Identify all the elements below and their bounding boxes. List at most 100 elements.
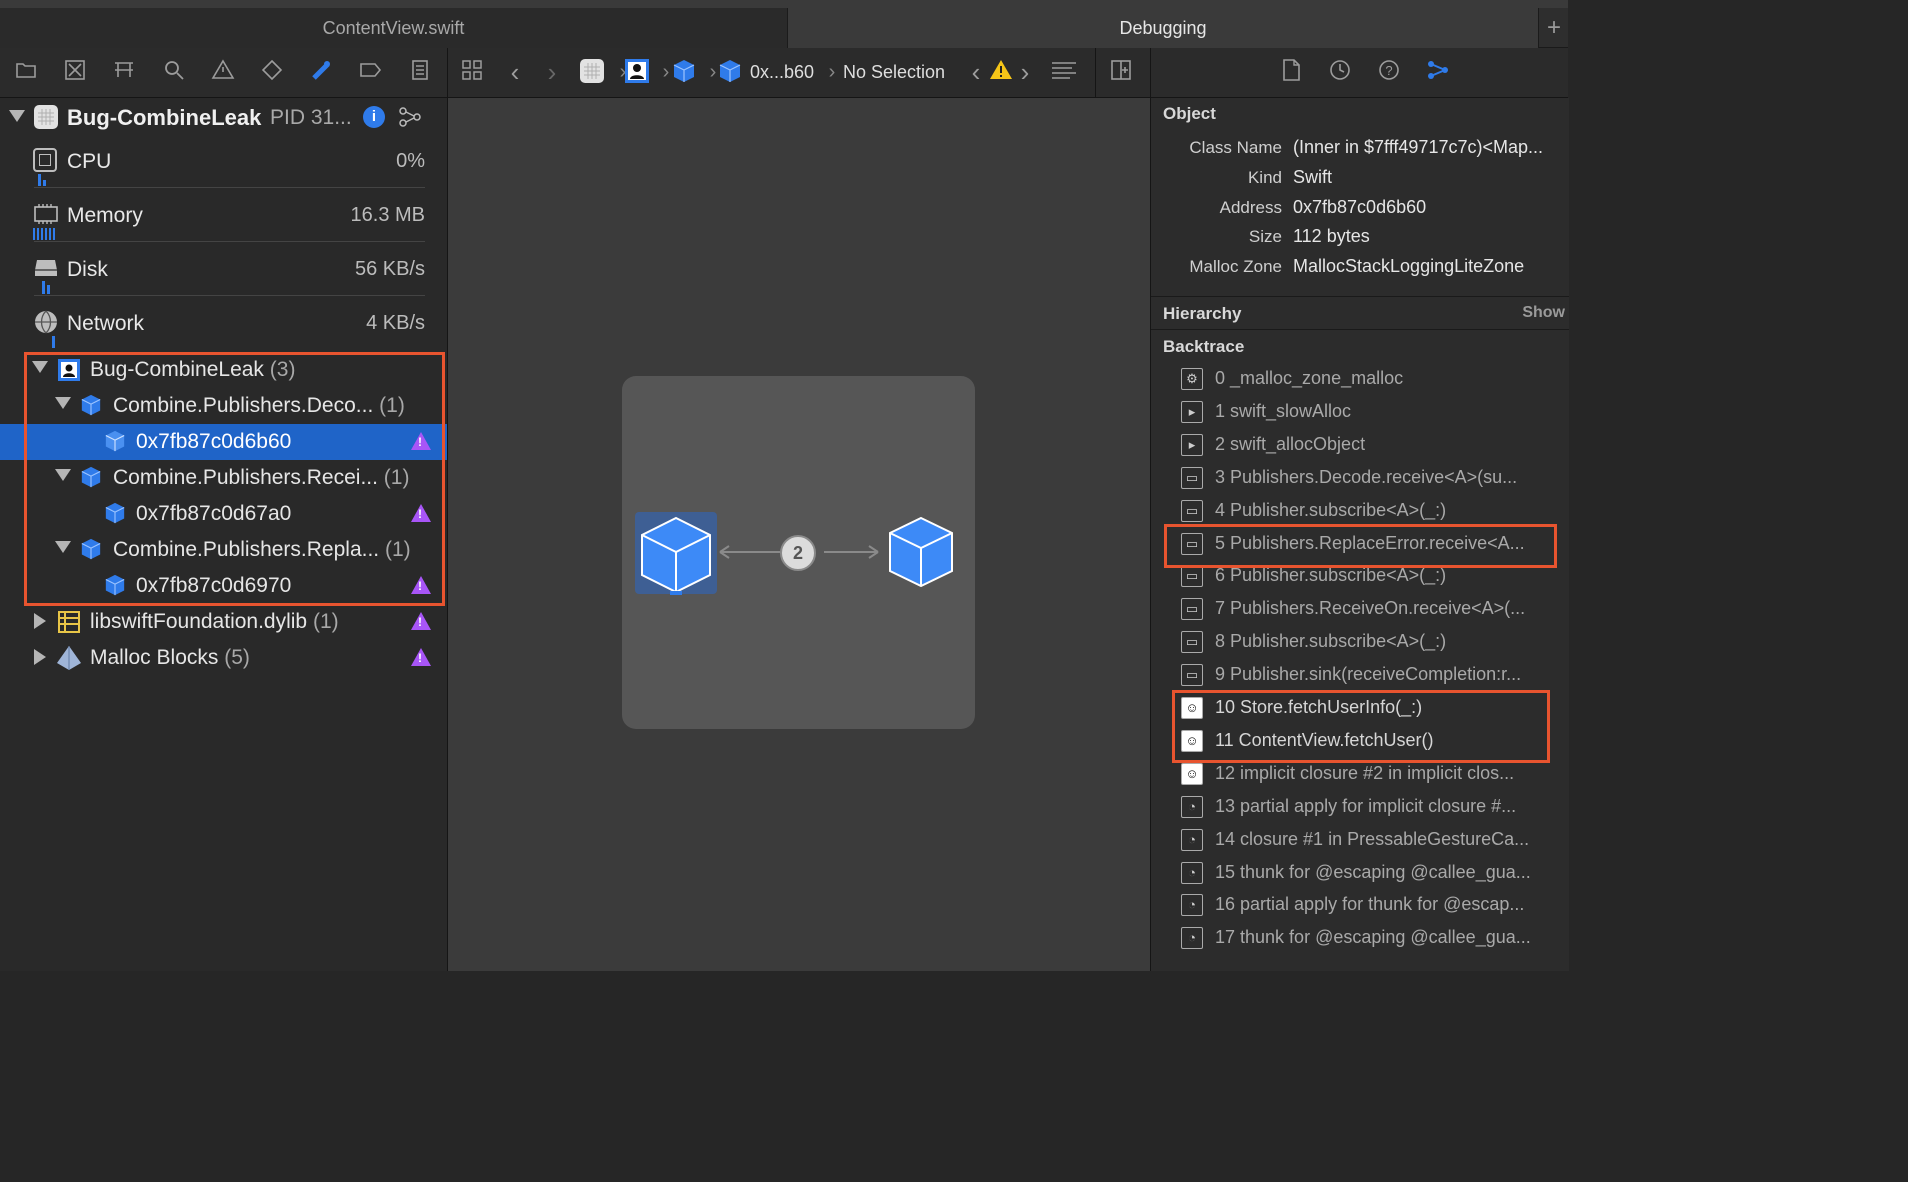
report-icon[interactable] (406, 58, 434, 86)
file-inspector-icon[interactable] (1277, 58, 1305, 86)
referencing-object-node-icon[interactable] (888, 516, 954, 588)
swift-icon: ◔ (1181, 894, 1203, 917)
cpu-sparkline (43, 180, 46, 186)
add-editor-icon[interactable] (1107, 58, 1135, 86)
gauge-memory[interactable]: Memory 16.3 MB (0, 190, 447, 244)
backtrace-frame-label: 6 Publisher.subscribe<A>(_:) (1215, 565, 1447, 586)
cpu-sparkline (38, 174, 41, 186)
highlight-box (24, 352, 445, 606)
swift-icon: ◔ (1181, 861, 1203, 884)
source-control-icon[interactable] (61, 58, 89, 86)
search-icon[interactable] (160, 58, 188, 86)
app-icon (33, 104, 59, 130)
backtrace-frame-label: 12 implicit closure #2 in implicit clos.… (1215, 762, 1515, 783)
briefcase-icon: ▭ (1181, 499, 1203, 522)
memory-sparkline (33, 228, 55, 240)
app-icon[interactable] (578, 58, 606, 86)
chevron-right-icon: › (828, 61, 836, 83)
backtrace-section-title: Backtrace (1163, 337, 1245, 356)
highlight-box (1164, 524, 1557, 568)
field-value: (Inner in $7fff49717c7c)<Map... (1293, 137, 1543, 157)
highlight-box (1172, 690, 1550, 763)
gauge-label: Memory (67, 204, 143, 227)
library-icon (57, 610, 81, 640)
info-icon[interactable]: i (363, 106, 385, 128)
folder-icon[interactable] (12, 58, 40, 86)
backtrace-frame-label: 1 swift_slowAlloc (1215, 400, 1352, 421)
backtrace-frame-label: 16 partial apply for thunk for @escap... (1215, 894, 1525, 915)
process-pid: PID 31... (270, 106, 352, 129)
malloc-pyramid-icon (56, 645, 82, 677)
gauge-cpu[interactable]: CPU 0% (0, 136, 447, 190)
terminal-icon: ▸ (1181, 400, 1203, 423)
selected-object-node-icon[interactable] (640, 516, 712, 594)
help-icon[interactable]: ? (1375, 58, 1403, 86)
gauge-disk[interactable]: Disk 56 KB/s (0, 244, 447, 298)
leak-warning-icon[interactable] (411, 648, 431, 666)
process-row[interactable]: Bug-CombineLeak PID 31... i (0, 98, 447, 136)
next-issue-icon[interactable]: › (1011, 58, 1039, 86)
hierarchy-section-title: Hierarchy (1163, 304, 1242, 323)
gauge-network[interactable]: Network 4 KB/s (0, 298, 447, 352)
swift-icon: ◔ (1181, 795, 1203, 818)
grid-icon[interactable] (458, 58, 486, 86)
backtrace-frame-label: 2 swift_allocObject (1215, 433, 1366, 454)
jump-bar-selection[interactable]: No Selection (843, 62, 945, 83)
disclosure-triangle-icon[interactable] (34, 649, 46, 665)
edge-count-badge[interactable]: 2 (780, 535, 816, 571)
leak-warning-icon[interactable] (411, 612, 431, 630)
forward-icon[interactable]: › (538, 58, 566, 86)
breakpoint-icon[interactable] (356, 58, 384, 86)
tree-label: Malloc Blocks (90, 646, 219, 669)
cube-icon[interactable] (670, 58, 698, 86)
disclosure-triangle-icon[interactable] (9, 110, 25, 122)
disclosure-triangle-icon[interactable] (34, 613, 46, 629)
gear-icon: ⚙ (1181, 368, 1203, 390)
swift-icon: ◔ (1181, 927, 1203, 950)
warning-icon[interactable] (209, 58, 237, 86)
gauge-value: 4 KB/s (366, 312, 425, 334)
editor-options-icon[interactable] (1050, 58, 1078, 86)
test-icon[interactable] (258, 58, 286, 86)
field-key: Address (1219, 198, 1282, 217)
node-indicator (670, 591, 682, 595)
field-value: 0x7fb87c0d6b60 (1293, 197, 1427, 217)
disk-sparkline (42, 281, 45, 294)
back-icon[interactable]: ‹ (501, 58, 529, 86)
share-graph-icon[interactable] (398, 105, 422, 134)
user-target-icon[interactable] (623, 58, 651, 86)
briefcase-icon: ▭ (1181, 466, 1203, 489)
tab-bar: ContentView.swift Debugging + (0, 0, 1568, 48)
briefcase-icon: ▭ (1181, 565, 1203, 588)
user-icon: ☺ (1181, 762, 1203, 785)
memory-icon (33, 202, 59, 231)
symbol-icon[interactable] (110, 58, 138, 86)
backtrace-frame-label: 14 closure #1 in PressableGestureCa... (1215, 828, 1530, 849)
debug-navigator-icon[interactable] (307, 58, 335, 86)
graph-container: 2 (622, 376, 975, 729)
field-value: 112 bytes (1293, 226, 1370, 246)
network-sparkline (52, 336, 55, 348)
tab-debugging[interactable]: Debugging (788, 8, 1538, 48)
gauge-label: CPU (67, 150, 112, 173)
memory-inspector-icon[interactable] (1424, 58, 1452, 86)
briefcase-icon: ▭ (1181, 598, 1203, 621)
backtrace-frame-label: 4 Publisher.subscribe<A>(_:) (1215, 499, 1447, 520)
add-tab-button[interactable]: + (1538, 8, 1569, 48)
backtrace-frame-label: 17 thunk for @escaping @callee_gua... (1215, 927, 1531, 948)
jump-bar-address[interactable]: 0x...b60 (750, 62, 814, 83)
hierarchy-show-button[interactable]: Show (1522, 304, 1565, 322)
history-icon[interactable] (1326, 58, 1354, 86)
gauge-label: Network (67, 312, 145, 335)
tree-library-row[interactable]: libswiftFoundation.dylib (1) (0, 604, 447, 640)
field-key: Class Name (1189, 138, 1282, 157)
tab-content-view[interactable]: ContentView.swift (0, 8, 788, 48)
field-key: Size (1248, 227, 1282, 246)
backtrace-frame-label: 3 Publishers.Decode.receive<A>(su... (1215, 466, 1518, 487)
gauge-value: 0% (396, 150, 425, 172)
memory-graph-canvas[interactable]: 2 (448, 98, 1150, 971)
network-globe-icon (33, 309, 59, 340)
tree-malloc-row[interactable]: Malloc Blocks (5) (0, 640, 447, 676)
previous-issue-icon[interactable]: ‹ (962, 58, 990, 86)
cube-icon[interactable] (716, 58, 744, 86)
